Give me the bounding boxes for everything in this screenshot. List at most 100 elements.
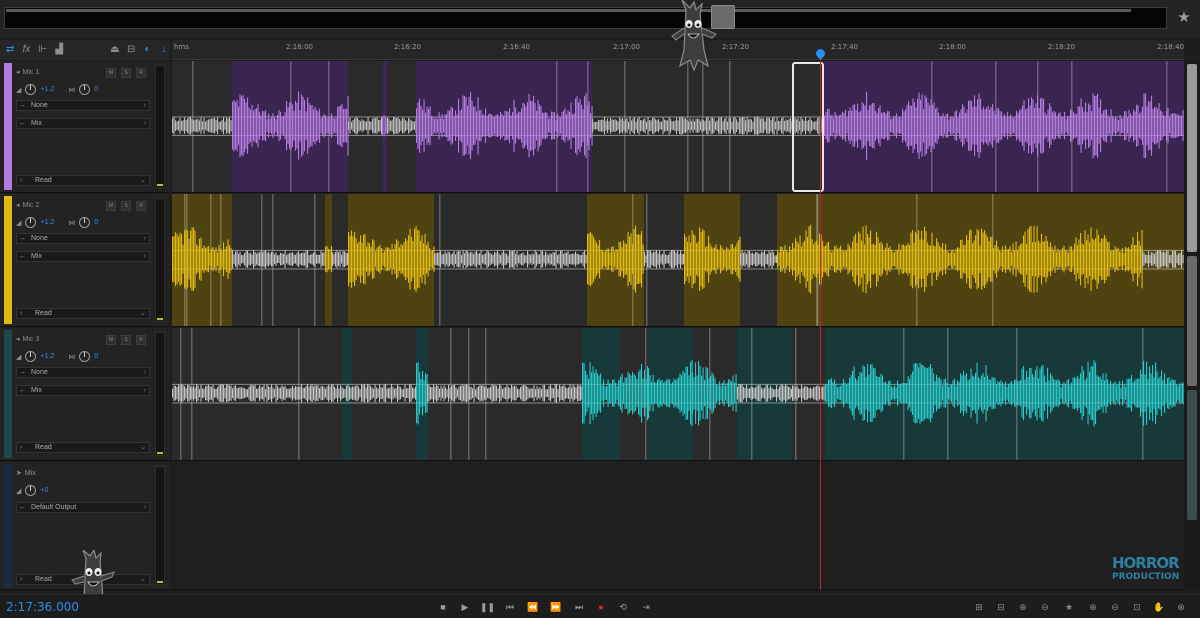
waveform-sample xyxy=(349,386,351,400)
automation-mode-select[interactable]: › Read ⌄ xyxy=(16,175,150,186)
volume-knob[interactable] xyxy=(25,485,37,496)
monitor-icon[interactable]: ◐ xyxy=(141,43,153,57)
zoom-reset-icon[interactable]: ⊗ xyxy=(1174,600,1188,614)
output-select[interactable]: ← Default Output › xyxy=(16,502,150,513)
rewind-icon[interactable]: ⏪ xyxy=(526,600,540,614)
scroll-thumb[interactable] xyxy=(1187,390,1197,520)
automation-mode-select[interactable]: › Read ⌄ xyxy=(16,308,150,319)
waveform-sample xyxy=(876,376,878,411)
output-select[interactable]: ← Mix › xyxy=(16,118,150,129)
scroll-thumb[interactable] xyxy=(1187,256,1197,386)
track-lane-mic-3[interactable] xyxy=(172,328,1184,461)
volume-knob[interactable] xyxy=(25,84,37,95)
volume-value[interactable]: +0 xyxy=(40,487,48,494)
volume-value[interactable]: +1.2 xyxy=(40,86,54,93)
automation-mode-select[interactable]: › Read ⌄ xyxy=(16,442,150,453)
track-name[interactable]: Mic 2 xyxy=(23,202,40,209)
go-end-icon[interactable]: ⏭ xyxy=(572,600,586,614)
volume-knob[interactable] xyxy=(25,351,37,362)
zoom-out-time-icon[interactable]: ⊖ xyxy=(1038,600,1052,614)
solo-button[interactable]: S xyxy=(121,68,131,78)
overview-visible-range[interactable] xyxy=(6,9,1131,12)
pan-knob[interactable] xyxy=(79,84,91,95)
stop-icon[interactable]: ■ xyxy=(436,600,450,614)
output-select[interactable]: ← Mix › xyxy=(16,385,150,396)
pan-knob[interactable] xyxy=(79,217,91,228)
skip-icon[interactable]: ⇥ xyxy=(639,600,653,614)
track-lane-master[interactable] xyxy=(172,462,1184,590)
collapse-icon[interactable]: ◂ xyxy=(16,201,20,209)
playhead-line[interactable] xyxy=(820,60,821,590)
track-lane-mic-1[interactable] xyxy=(172,61,1184,193)
pan-value[interactable]: 0 xyxy=(94,353,98,360)
zoom-selection-icon[interactable]: ⊡ xyxy=(1130,600,1144,614)
waveform-sample xyxy=(954,378,956,408)
input-output-icon[interactable]: ⏏ xyxy=(109,43,121,57)
star-icon[interactable]: ★ xyxy=(1175,9,1193,27)
sends-icon[interactable]: ⊩ xyxy=(37,43,49,57)
record-icon[interactable]: ● xyxy=(594,600,608,614)
track-name[interactable]: Mic 1 xyxy=(23,69,40,76)
waveform-sample xyxy=(304,252,306,266)
mute-button[interactable]: M xyxy=(106,201,116,211)
waveform-sample xyxy=(1125,386,1127,400)
mute-button[interactable]: M xyxy=(106,68,116,78)
pin-icon[interactable]: ↓ xyxy=(158,43,170,57)
output-select[interactable]: ← Mix › xyxy=(16,251,150,262)
collapse-icon[interactable]: ◂ xyxy=(16,335,20,343)
record-arm-button[interactable]: R xyxy=(136,335,146,345)
time-display[interactable]: 2:17:36.000 xyxy=(6,600,79,614)
eq-icon[interactable]: ▟ xyxy=(53,43,65,57)
zoom-in-time-icon[interactable]: ⊕ xyxy=(1016,600,1030,614)
waveform-sample xyxy=(202,248,204,271)
playhead-marker[interactable] xyxy=(814,47,827,60)
track-name[interactable]: Mic 3 xyxy=(23,336,40,343)
pan-knob[interactable] xyxy=(79,351,91,362)
waveform-sample xyxy=(770,252,772,266)
scroll-thumb[interactable] xyxy=(1187,64,1197,252)
input-select[interactable]: → None › xyxy=(16,100,150,111)
solo-button[interactable]: S xyxy=(121,201,131,211)
zoom-out-amplitude-icon[interactable]: ⊟ xyxy=(994,600,1008,614)
zoom-in-point-icon[interactable]: ⊕ xyxy=(1086,600,1100,614)
hand-icon[interactable]: ✋ xyxy=(1152,600,1166,614)
waveform-sample xyxy=(707,116,709,135)
waveform-sample xyxy=(907,242,909,276)
solo-button[interactable]: S xyxy=(121,335,131,345)
waveform-sample xyxy=(446,389,448,398)
volume-value[interactable]: +1.2 xyxy=(40,353,54,360)
fx-icon[interactable]: fx xyxy=(20,43,32,57)
pan-value[interactable]: 0 xyxy=(94,86,98,93)
track-name[interactable]: Mix xyxy=(25,470,36,477)
waveform-sample xyxy=(654,251,656,267)
waveform-sample xyxy=(449,110,451,141)
go-start-icon[interactable]: ⏮ xyxy=(503,600,517,614)
input-select[interactable]: → None › xyxy=(16,233,150,244)
input-select[interactable]: → None › xyxy=(16,367,150,378)
record-arm-button[interactable]: R xyxy=(136,68,146,78)
volume-value[interactable]: +1.2 xyxy=(40,219,54,226)
sync-icon[interactable]: ⇄ xyxy=(4,43,16,57)
effects-rack-icon[interactable]: ⊟ xyxy=(125,43,137,57)
zoom-full-icon[interactable]: ★ xyxy=(1062,600,1076,614)
waveform-sample xyxy=(173,236,175,283)
waveform-sample xyxy=(259,385,261,401)
fast-forward-icon[interactable]: ⏩ xyxy=(549,600,563,614)
collapse-icon[interactable]: ◂ xyxy=(16,68,20,76)
waveform-sample xyxy=(425,112,427,139)
zoom-in-amplitude-icon[interactable]: ⊞ xyxy=(972,600,986,614)
volume-knob[interactable] xyxy=(25,217,37,228)
waveform-sample xyxy=(427,241,429,277)
waveform-sample xyxy=(1098,107,1100,144)
zoom-out-point-icon[interactable]: ⊖ xyxy=(1108,600,1122,614)
record-arm-button[interactable]: R xyxy=(136,201,146,211)
mute-button[interactable]: M xyxy=(106,335,116,345)
waveform-sample xyxy=(902,108,904,143)
vertical-scrollbar[interactable] xyxy=(1184,60,1200,590)
track-lane-mic-2[interactable] xyxy=(172,194,1184,327)
play-icon[interactable]: ▶ xyxy=(458,600,472,614)
loop-icon[interactable]: ⟲ xyxy=(616,600,630,614)
waveform-sample xyxy=(768,388,770,399)
pause-icon[interactable]: ❚❚ xyxy=(480,600,495,614)
pan-value[interactable]: 0 xyxy=(94,219,98,226)
